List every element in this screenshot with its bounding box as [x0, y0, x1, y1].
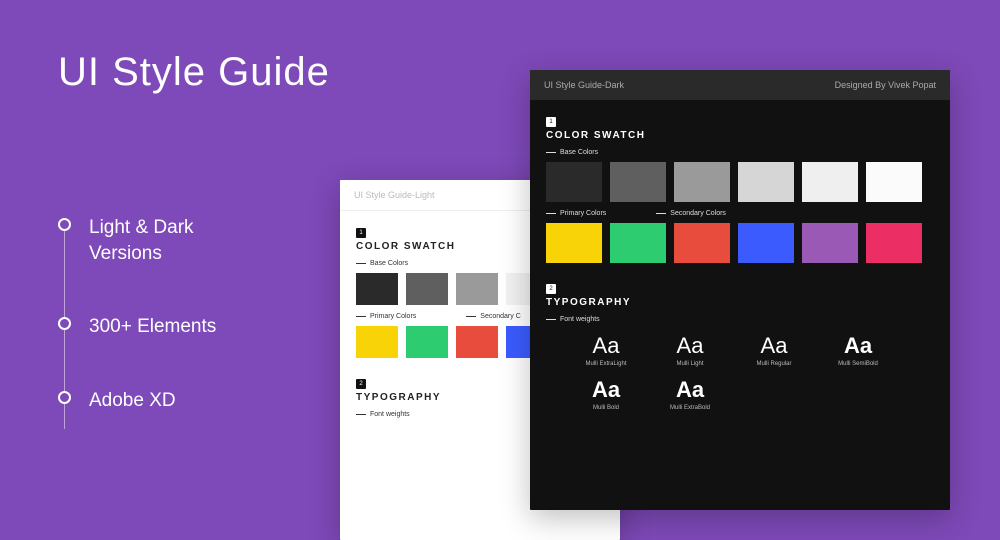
section-title: COLOR SWATCH: [546, 130, 934, 141]
section-title: TYPOGRAPHY: [546, 297, 934, 308]
font-label: Mulli Bold: [576, 405, 636, 411]
section-number: 1: [356, 228, 366, 238]
color-swatch: [610, 223, 666, 263]
card-title: UI Style Guide-Light: [354, 190, 435, 200]
feature-text: 300+ Elements: [89, 314, 216, 340]
sub-label-primary: Primary Colors: [356, 313, 416, 320]
feature-item: Light & DarkVersions: [58, 215, 216, 266]
font-sample: Aa: [744, 333, 804, 359]
font-label: Mulli ExtraBold: [660, 405, 720, 411]
font-weight-item: Aa Mulli Bold: [576, 377, 636, 411]
color-swatch: [406, 326, 448, 358]
font-sample: Aa: [660, 377, 720, 403]
color-swatch: [356, 326, 398, 358]
font-label: Mulli SemiBold: [828, 361, 888, 367]
color-swatch: [674, 162, 730, 202]
color-swatch: [406, 273, 448, 305]
font-weight-item: Aa Mulli Regular: [744, 333, 804, 367]
color-swatch: [802, 162, 858, 202]
section-color-swatch: 1 COLOR SWATCH Base Colors Primary Color…: [530, 100, 950, 267]
color-swatch: [546, 162, 602, 202]
font-label: Mulli Regular: [744, 361, 804, 367]
bullet-icon: [58, 218, 71, 231]
font-sample: Aa: [576, 377, 636, 403]
font-sample: Aa: [660, 333, 720, 359]
sub-label-base: Base Colors: [546, 149, 934, 156]
font-label: Mulli Light: [660, 361, 720, 367]
color-swatch: [456, 273, 498, 305]
font-label: Mulli ExtraLight: [576, 361, 636, 367]
bullet-icon: [58, 391, 71, 404]
font-sample: Aa: [828, 333, 888, 359]
font-weight-item: Aa Mulli ExtraBold: [660, 377, 720, 411]
color-swatch: [738, 162, 794, 202]
base-swatches: [546, 162, 934, 202]
card-header: UI Style Guide-Dark Designed By Vivek Po…: [530, 70, 950, 100]
color-swatch: [546, 223, 602, 263]
card-credit: Designed By Vivek Popat: [835, 80, 936, 90]
color-swatch: [866, 223, 922, 263]
section-number: 2: [356, 379, 366, 389]
color-swatch: [738, 223, 794, 263]
color-swatch: [356, 273, 398, 305]
color-swatch: [610, 162, 666, 202]
feature-text: Adobe XD: [89, 388, 176, 414]
section-typography: 2 TYPOGRAPHY Font weights Aa Mulli ExtraL…: [530, 267, 950, 415]
color-swatch: [674, 223, 730, 263]
font-weight-item: Aa Mulli ExtraLight: [576, 333, 636, 367]
sub-label-weights: Font weights: [546, 316, 934, 323]
sub-label-primary: Primary Colors: [546, 210, 606, 217]
font-weight-item: Aa Mulli Light: [660, 333, 720, 367]
feature-item: 300+ Elements: [58, 314, 216, 340]
color-swatch: [802, 223, 858, 263]
font-weight-grid: Aa Mulli ExtraLight Aa Mulli Light Aa Mulli R…: [546, 329, 934, 411]
color-swatches-row2: [546, 223, 934, 263]
color-swatch: [866, 162, 922, 202]
sub-label-secondary: Secondary C: [466, 313, 520, 320]
bullet-icon: [58, 317, 71, 330]
feature-item: Adobe XD: [58, 388, 216, 414]
feature-text: Light & DarkVersions: [89, 215, 194, 266]
hero-title: UI Style Guide: [58, 50, 330, 95]
feature-list: Light & DarkVersions 300+ Elements Adobe…: [58, 215, 216, 462]
section-number: 1: [546, 117, 556, 127]
font-weight-item: Aa Mulli SemiBold: [828, 333, 888, 367]
font-sample: Aa: [576, 333, 636, 359]
color-swatch: [456, 326, 498, 358]
card-title: UI Style Guide-Dark: [544, 80, 624, 90]
sub-label-secondary: Secondary Colors: [656, 210, 726, 217]
section-number: 2: [546, 284, 556, 294]
style-guide-card-dark: UI Style Guide-Dark Designed By Vivek Po…: [530, 70, 950, 510]
